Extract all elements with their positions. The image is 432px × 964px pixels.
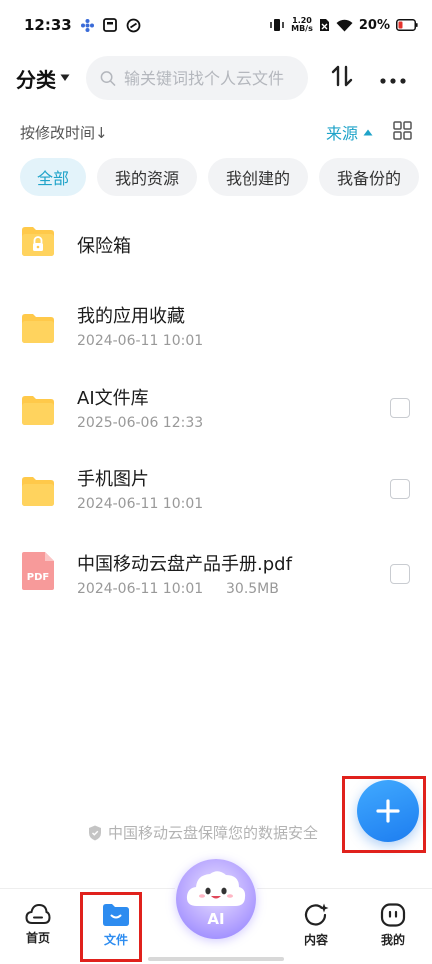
more-dots-icon xyxy=(380,77,406,84)
search-icon xyxy=(100,70,116,86)
list-item-file[interactable]: PDF 中国移动云盘产品手册.pdf 2024-06-11 10:01 30.5… xyxy=(0,541,432,621)
nav-mine[interactable]: 我的 xyxy=(363,903,423,948)
plus-icon xyxy=(376,799,400,823)
list-item-safe[interactable]: 保险箱 xyxy=(0,205,432,275)
home-indicator xyxy=(148,957,284,961)
ai-label: AI xyxy=(207,910,224,928)
app-window-icon xyxy=(102,18,117,32)
source-filter-button[interactable]: 来源 xyxy=(326,120,373,144)
bottom-nav: 首页 文件 AI 内容 我的 xyxy=(0,859,432,964)
more-options-button[interactable] xyxy=(380,69,406,88)
nav-content-label: 内容 xyxy=(303,933,328,947)
source-label: 来源 xyxy=(325,124,358,143)
nav-files-label: 文件 xyxy=(103,933,128,947)
nav-files[interactable]: 文件 xyxy=(86,903,146,948)
status-bar: 12:33 1.20 MB/s 20% xyxy=(0,0,432,50)
folder-icon xyxy=(22,477,54,506)
search-input[interactable] xyxy=(124,68,294,88)
battery-percent: 20% xyxy=(358,17,390,33)
sort-row: 按修改时间↓ 来源 xyxy=(0,118,432,146)
nav-mine-label: 我的 xyxy=(380,933,405,947)
sort-arrows-icon xyxy=(331,65,353,87)
sort-order-button[interactable] xyxy=(330,64,354,92)
chip-created-by-me[interactable]: 我创建的 xyxy=(208,158,308,196)
shield-icon xyxy=(89,825,101,840)
list-item-folder[interactable]: 手机图片 2024-06-11 10:01 xyxy=(0,460,432,540)
vibrate-icon xyxy=(270,19,284,31)
ai-assistant-button[interactable]: AI xyxy=(176,859,256,939)
folder-icon xyxy=(22,314,54,343)
chip-my-resources[interactable]: 我的资源 xyxy=(97,158,197,196)
security-note: 中国移动云盘保障您的数据安全 xyxy=(88,822,318,843)
file-modified-date: 2024-06-11 10:01 xyxy=(77,581,204,597)
ai-cloud-mascot-icon: AI xyxy=(186,871,246,928)
file-name: 我的应用收藏 xyxy=(77,306,185,327)
grid-view-icon xyxy=(393,120,412,140)
file-modified-date: 2024-06-11 10:01 xyxy=(77,496,204,512)
list-item-folder[interactable]: 我的应用收藏 2024-06-11 10:01 xyxy=(0,297,432,377)
file-name: AI文件库 xyxy=(77,388,149,409)
grid-view-button[interactable] xyxy=(393,120,412,144)
pinwheel-icon xyxy=(80,18,94,32)
caret-down-icon xyxy=(60,74,70,81)
chip-all[interactable]: 全部 xyxy=(20,158,86,196)
caret-up-icon xyxy=(363,129,373,135)
safe-folder-icon xyxy=(22,227,54,256)
sparkle-circle-icon xyxy=(304,903,329,926)
sort-by-modified-button[interactable]: 按修改时间↓ xyxy=(20,122,108,143)
nav-content[interactable]: 内容 xyxy=(286,903,346,948)
nav-home[interactable]: 首页 xyxy=(8,903,68,946)
chip-backed-up-by-me[interactable]: 我备份的 xyxy=(319,158,419,196)
file-modified-date: 2024-06-11 10:01 xyxy=(77,333,204,349)
pdf-file-icon: PDF xyxy=(22,552,54,590)
no-sim-icon xyxy=(319,19,329,31)
sync-link-icon xyxy=(126,18,141,32)
select-checkbox[interactable] xyxy=(390,479,410,499)
file-modified-date: 2025-06-06 12:33 xyxy=(77,415,204,431)
category-label: 分类 xyxy=(16,67,56,92)
nav-home-label: 首页 xyxy=(25,931,50,945)
search-bar[interactable] xyxy=(86,56,308,100)
pdf-icon-text: PDF xyxy=(27,572,49,583)
category-dropdown[interactable]: 分类 xyxy=(16,64,70,93)
battery-icon xyxy=(396,19,418,31)
file-name: 中国移动云盘产品手册.pdf xyxy=(77,554,292,575)
list-item-folder[interactable]: AI文件库 2025-06-06 12:33 xyxy=(0,379,432,459)
network-speed: 1.20 MB/s xyxy=(291,16,313,33)
top-toolbar: 分类 xyxy=(0,56,432,100)
cloud-home-icon xyxy=(25,903,51,924)
select-checkbox[interactable] xyxy=(390,564,410,584)
select-checkbox[interactable] xyxy=(390,398,410,418)
wifi-icon xyxy=(336,19,353,31)
folder-smile-icon xyxy=(103,904,129,926)
filter-chips: 全部 我的资源 我创建的 我备份的 xyxy=(20,158,419,196)
status-time: 12:33 xyxy=(24,16,72,34)
file-name: 手机图片 xyxy=(77,469,149,490)
file-name: 保险箱 xyxy=(77,236,131,257)
add-button[interactable] xyxy=(357,780,419,842)
face-icon xyxy=(380,903,406,927)
folder-icon xyxy=(22,396,54,425)
file-size: 30.5MB xyxy=(226,581,279,597)
